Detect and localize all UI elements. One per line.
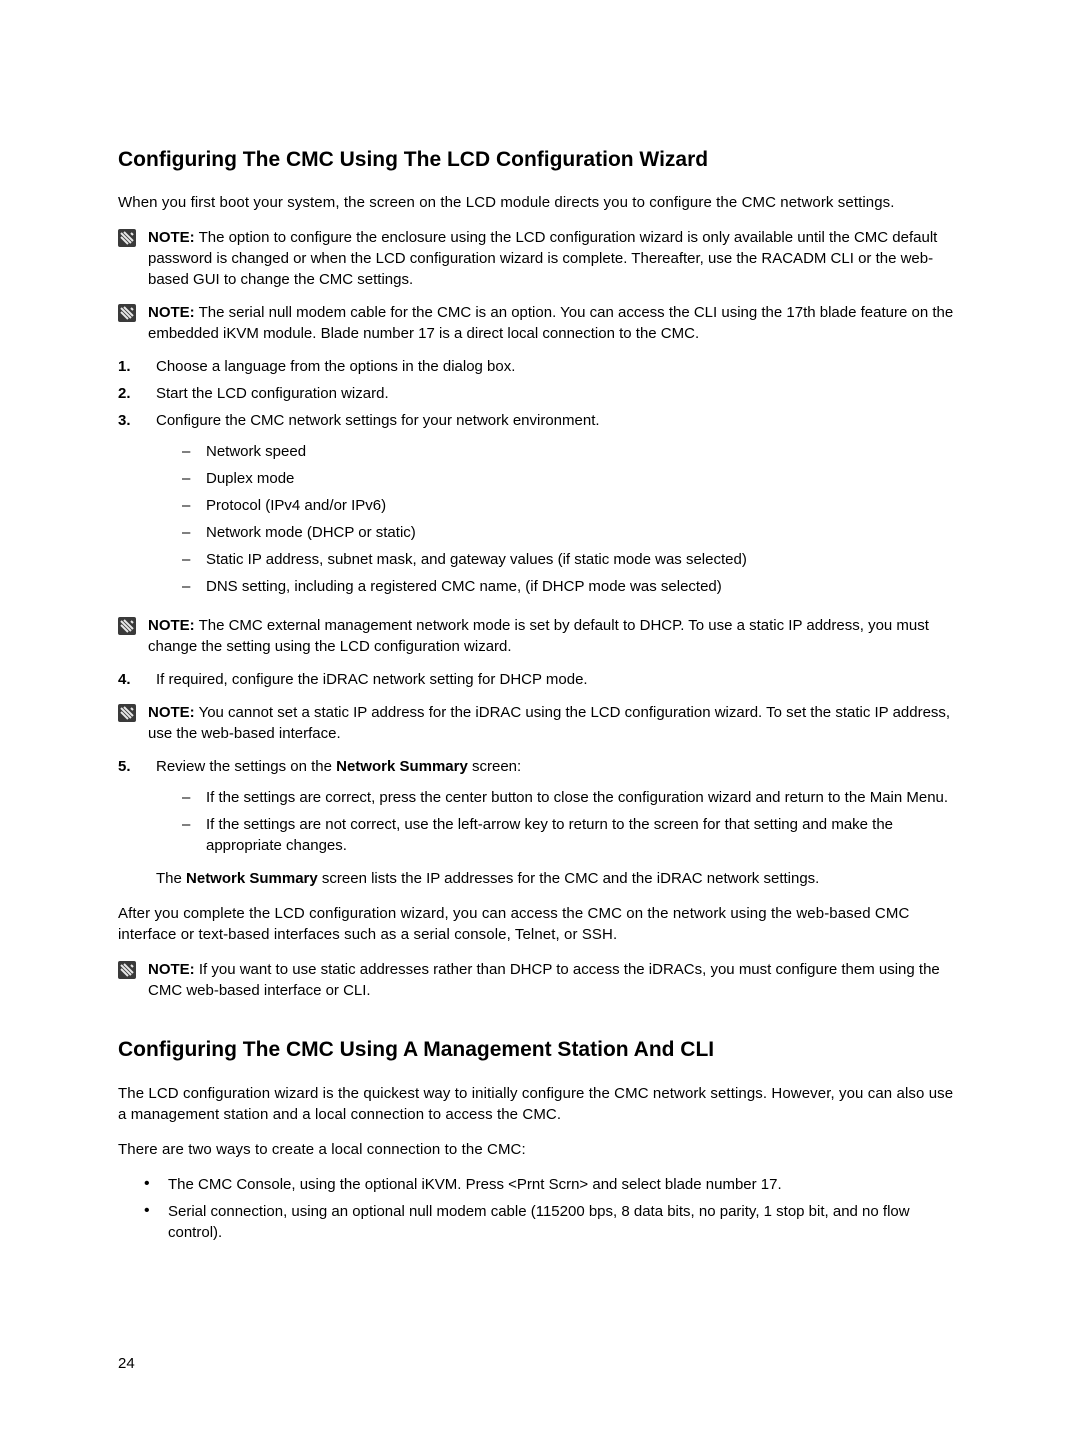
note-label: NOTE:: [148, 304, 195, 321]
note-icon: [118, 961, 136, 979]
note-label: NOTE:: [148, 617, 195, 634]
list-item: –Network mode (DHCP or static): [156, 522, 962, 543]
list-item: –DNS setting, including a registered CMC…: [156, 576, 962, 597]
list-item-text: Static IP address, subnet mask, and gate…: [206, 549, 962, 570]
step-5-lead: Review the settings on the Network Summa…: [156, 756, 962, 777]
note-block-5: NOTE: If you want to use static addresse…: [118, 959, 962, 1001]
step-3-sublist: –Network speed –Duplex mode –Protocol (I…: [156, 441, 962, 597]
step-5-suffix: screen:: [468, 758, 521, 775]
section-1-title: Configuring The CMC Using The LCD Config…: [118, 145, 962, 174]
list-item-text: The CMC Console, using the optional iKVM…: [168, 1174, 962, 1195]
dash-icon: –: [182, 549, 192, 570]
step-number: 1.: [118, 356, 136, 377]
note-icon: [118, 617, 136, 635]
steps-list: 1. Choose a language from the options in…: [118, 356, 962, 603]
step-1: 1. Choose a language from the options in…: [118, 356, 962, 377]
note-text-3: NOTE: The CMC external management networ…: [148, 615, 962, 657]
note-body-3: The CMC external management network mode…: [148, 617, 929, 655]
step-1-body: Choose a language from the options in th…: [156, 356, 962, 377]
section-2-p1: The LCD configuration wizard is the quic…: [118, 1083, 962, 1125]
section-2-p2: There are two ways to create a local con…: [118, 1139, 962, 1160]
step-5-tail-prefix: The: [156, 870, 186, 887]
dash-icon: –: [182, 787, 192, 808]
section-1-intro: When you first boot your system, the scr…: [118, 192, 962, 213]
list-item: • Serial connection, using an optional nu…: [118, 1201, 962, 1243]
dash-icon: –: [182, 468, 192, 489]
step-5-tail-suffix: screen lists the IP addresses for the CM…: [318, 870, 820, 887]
list-item-text: Network mode (DHCP or static): [206, 522, 962, 543]
list-item: –If the settings are correct, press the …: [156, 787, 962, 808]
page-number: 24: [118, 1353, 135, 1374]
note-body-2: The serial null modem cable for the CMC …: [148, 304, 953, 342]
list-item: –Protocol (IPv4 and/or IPv6): [156, 495, 962, 516]
list-item: –Duplex mode: [156, 468, 962, 489]
bullet-icon: •: [144, 1174, 154, 1195]
note-icon: [118, 704, 136, 722]
list-item: • The CMC Console, using the optional iKV…: [118, 1174, 962, 1195]
note-icon: [118, 229, 136, 247]
step-4-body: If required, configure the iDRAC network…: [156, 669, 962, 690]
list-item-text: If the settings are correct, press the c…: [206, 787, 962, 808]
dash-icon: –: [182, 495, 192, 516]
note-body-5: If you want to use static addresses rath…: [148, 961, 940, 999]
step-3-body: Configure the CMC network settings for y…: [156, 410, 962, 603]
list-item: –Network speed: [156, 441, 962, 462]
step-number: 4.: [118, 669, 136, 690]
step-2-body: Start the LCD configuration wizard.: [156, 383, 962, 404]
section-1-closing: After you complete the LCD configuration…: [118, 903, 962, 945]
step-number: 3.: [118, 410, 136, 603]
list-item: –Static IP address, subnet mask, and gat…: [156, 549, 962, 570]
step-5-prefix: Review the settings on the: [156, 758, 336, 775]
list-item-text: DNS setting, including a registered CMC …: [206, 576, 962, 597]
note-block-2: NOTE: The serial null modem cable for th…: [118, 302, 962, 344]
note-block-4: NOTE: You cannot set a static IP address…: [118, 702, 962, 744]
note-text-1: NOTE: The option to configure the enclos…: [148, 227, 962, 290]
step-2: 2. Start the LCD configuration wizard.: [118, 383, 962, 404]
list-item-text: Protocol (IPv4 and/or IPv6): [206, 495, 962, 516]
list-item-text: If the settings are not correct, use the…: [206, 814, 962, 856]
bullet-icon: •: [144, 1201, 154, 1243]
note-label: NOTE:: [148, 229, 195, 246]
section-2-bullets: • The CMC Console, using the optional iKV…: [118, 1174, 962, 1243]
section-2-title: Configuring The CMC Using A Management S…: [118, 1035, 962, 1064]
network-summary-bold-2: Network Summary: [186, 870, 318, 887]
step-5: 5. Review the settings on the Network Su…: [118, 756, 962, 889]
note-block-3: NOTE: The CMC external management networ…: [118, 615, 962, 657]
steps-list-cont2: 5. Review the settings on the Network Su…: [118, 756, 962, 889]
note-body-4: You cannot set a static IP address for t…: [148, 704, 950, 742]
note-label: NOTE:: [148, 704, 195, 721]
step-number: 2.: [118, 383, 136, 404]
note-text-5: NOTE: If you want to use static addresse…: [148, 959, 962, 1001]
note-icon: [118, 304, 136, 322]
list-item-text: Duplex mode: [206, 468, 962, 489]
step-3-lead: Configure the CMC network settings for y…: [156, 410, 962, 431]
list-item: –If the settings are not correct, use th…: [156, 814, 962, 856]
step-5-tail: The Network Summary screen lists the IP …: [156, 868, 962, 889]
dash-icon: –: [182, 441, 192, 462]
steps-list-cont: 4. If required, configure the iDRAC netw…: [118, 669, 962, 690]
note-label: NOTE:: [148, 961, 195, 978]
note-block-1: NOTE: The option to configure the enclos…: [118, 227, 962, 290]
list-item-text: Network speed: [206, 441, 962, 462]
dash-icon: –: [182, 576, 192, 597]
note-body-1: The option to configure the enclosure us…: [148, 229, 937, 288]
step-number: 5.: [118, 756, 136, 889]
step-5-sublist: –If the settings are correct, press the …: [156, 787, 962, 856]
step-5-body: Review the settings on the Network Summa…: [156, 756, 962, 889]
page: Configuring The CMC Using The LCD Config…: [0, 0, 1080, 1434]
step-3: 3. Configure the CMC network settings fo…: [118, 410, 962, 603]
network-summary-bold: Network Summary: [336, 758, 468, 775]
list-item-text: Serial connection, using an optional nul…: [168, 1201, 962, 1243]
step-4: 4. If required, configure the iDRAC netw…: [118, 669, 962, 690]
dash-icon: –: [182, 814, 192, 856]
note-text-2: NOTE: The serial null modem cable for th…: [148, 302, 962, 344]
note-text-4: NOTE: You cannot set a static IP address…: [148, 702, 962, 744]
dash-icon: –: [182, 522, 192, 543]
